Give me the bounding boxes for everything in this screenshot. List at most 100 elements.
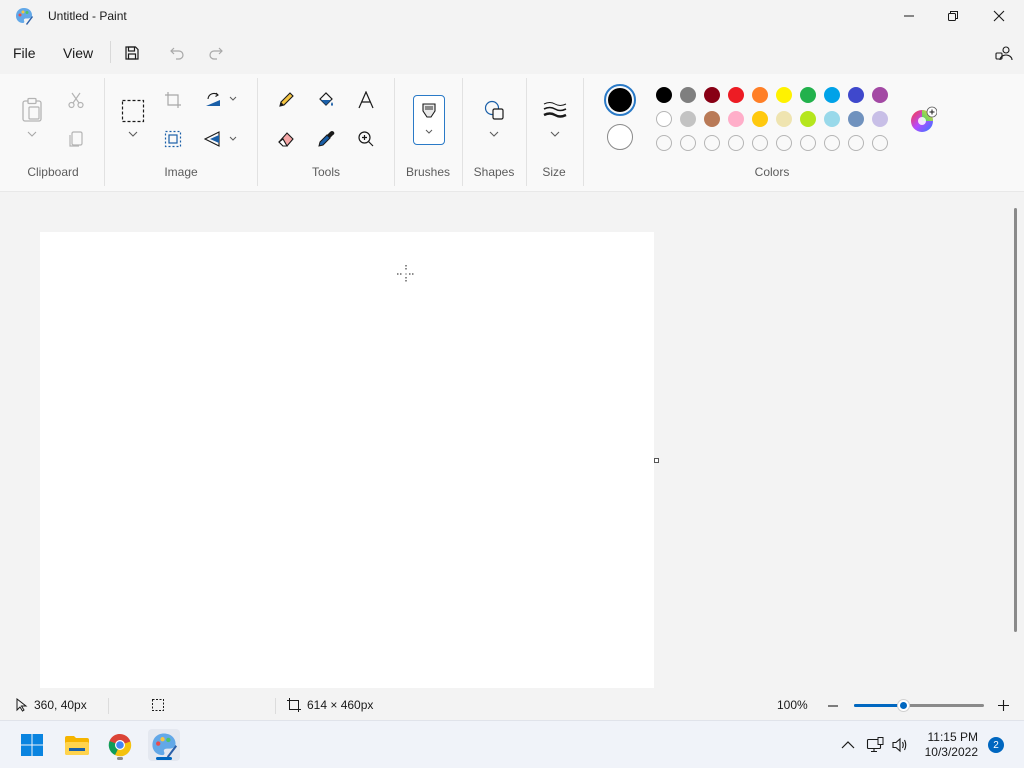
color-swatch[interactable] (656, 111, 672, 127)
start-button[interactable] (16, 729, 48, 761)
paste-button[interactable] (20, 96, 44, 124)
ribbon-divider (257, 78, 258, 186)
custom-color-slot[interactable] (728, 135, 744, 151)
fill-button[interactable] (316, 90, 336, 110)
undo-button[interactable] (164, 40, 190, 66)
text-button[interactable] (356, 90, 376, 110)
account-button[interactable] (991, 40, 1017, 66)
color-picker-button[interactable] (316, 129, 336, 149)
clock-time: 11:15 PM (927, 730, 978, 744)
status-divider (108, 698, 109, 714)
flip-chevron-down-icon[interactable] (229, 136, 237, 141)
primary-color-swatch[interactable] (604, 84, 636, 116)
zoom-slider-thumb[interactable] (897, 699, 911, 712)
color-swatch[interactable] (872, 111, 888, 127)
canvas-resize-handle[interactable] (654, 458, 659, 463)
custom-color-slot[interactable] (824, 135, 840, 151)
close-button[interactable] (976, 0, 1022, 32)
cut-button[interactable] (66, 90, 86, 110)
crosshair-cursor-icon (397, 265, 415, 283)
restore-button[interactable] (930, 0, 976, 32)
zoom-slider[interactable] (854, 699, 984, 712)
menu-file[interactable]: File (13, 45, 36, 61)
magnifier-button[interactable] (356, 129, 376, 149)
cursor-position-text: 360, 40px (34, 698, 87, 712)
menu-view[interactable]: View (63, 45, 93, 61)
custom-color-slot[interactable] (656, 135, 672, 151)
color-swatch[interactable] (728, 111, 744, 127)
color-swatch[interactable] (848, 87, 864, 103)
chrome-taskbar-button[interactable] (104, 729, 136, 761)
crop-button[interactable] (163, 90, 183, 110)
paint-icon (152, 733, 177, 758)
size-button[interactable] (542, 100, 568, 120)
brushes-button[interactable] (413, 95, 445, 145)
secondary-color-swatch[interactable] (607, 124, 633, 150)
group-label-colors: Colors (754, 165, 790, 179)
color-swatch[interactable] (656, 87, 672, 103)
color-swatch[interactable] (680, 111, 696, 127)
save-icon (125, 46, 139, 60)
save-button[interactable] (119, 40, 145, 66)
vertical-scrollbar[interactable] (1014, 208, 1017, 632)
color-swatch[interactable] (752, 87, 768, 103)
custom-color-slot[interactable] (872, 135, 888, 151)
zoom-out-icon[interactable] (827, 700, 839, 712)
color-swatch[interactable] (704, 111, 720, 127)
clock-date: 10/3/2022 (924, 745, 978, 759)
paste-chevron-down-icon[interactable] (27, 131, 37, 137)
rotate-button[interactable] (203, 90, 223, 110)
taskbar-clock[interactable]: 11:15 PM 10/3/2022 (918, 730, 978, 760)
ribbon: Clipboard Image Tools Brushes Shapes Siz… (0, 74, 1024, 192)
custom-color-slot[interactable] (704, 135, 720, 151)
select-chevron-down-icon[interactable] (128, 131, 138, 137)
custom-color-slot[interactable] (776, 135, 792, 151)
custom-color-slot[interactable] (752, 135, 768, 151)
custom-color-slot[interactable] (800, 135, 816, 151)
color-swatch[interactable] (800, 87, 816, 103)
shapes-chevron-down-icon[interactable] (489, 131, 499, 137)
show-hidden-icons-button[interactable] (838, 735, 858, 755)
color-swatch[interactable] (776, 87, 792, 103)
redo-button[interactable] (203, 40, 229, 66)
volume-tray-button[interactable] (890, 735, 910, 755)
running-indicator (117, 757, 123, 760)
size-chevron-down-icon[interactable] (550, 131, 560, 137)
color-swatch[interactable] (800, 111, 816, 127)
color-swatch[interactable] (872, 87, 888, 103)
zoom-level-status[interactable]: 100% (777, 698, 808, 712)
color-swatch[interactable] (776, 111, 792, 127)
copy-button[interactable] (66, 129, 86, 149)
eraser-button[interactable] (276, 129, 296, 149)
flip-button[interactable] (203, 129, 223, 149)
file-explorer-taskbar-button[interactable] (61, 729, 93, 761)
chevron-up-icon (841, 741, 855, 749)
color-swatch[interactable] (752, 111, 768, 127)
shapes-button[interactable] (482, 98, 506, 122)
minimize-button[interactable] (886, 0, 932, 32)
color-swatch[interactable] (680, 87, 696, 103)
custom-color-slot[interactable] (680, 135, 696, 151)
color-swatch[interactable] (824, 111, 840, 127)
pencil-button[interactable] (276, 90, 296, 110)
primary-color-fill (608, 88, 632, 112)
close-icon (993, 10, 1005, 22)
drawing-canvas[interactable] (40, 232, 654, 688)
select-button[interactable] (121, 99, 145, 123)
flip-icon (204, 131, 220, 147)
notification-badge[interactable]: 2 (988, 737, 1004, 753)
color-swatch[interactable] (704, 87, 720, 103)
resize-button[interactable] (163, 129, 183, 149)
color-swatch[interactable] (824, 87, 840, 103)
edit-colors-button[interactable] (909, 106, 938, 134)
color-swatch[interactable] (848, 111, 864, 127)
color-swatch[interactable] (728, 87, 744, 103)
taskbar: 11:15 PM 10/3/2022 2 (0, 720, 1024, 768)
paint-taskbar-button[interactable] (148, 729, 180, 761)
resize-icon (164, 130, 182, 148)
rotate-chevron-down-icon[interactable] (229, 96, 237, 101)
custom-color-slot[interactable] (848, 135, 864, 151)
zoom-in-icon[interactable] (997, 699, 1010, 712)
network-tray-button[interactable] (865, 735, 885, 755)
brush-icon (422, 103, 436, 134)
